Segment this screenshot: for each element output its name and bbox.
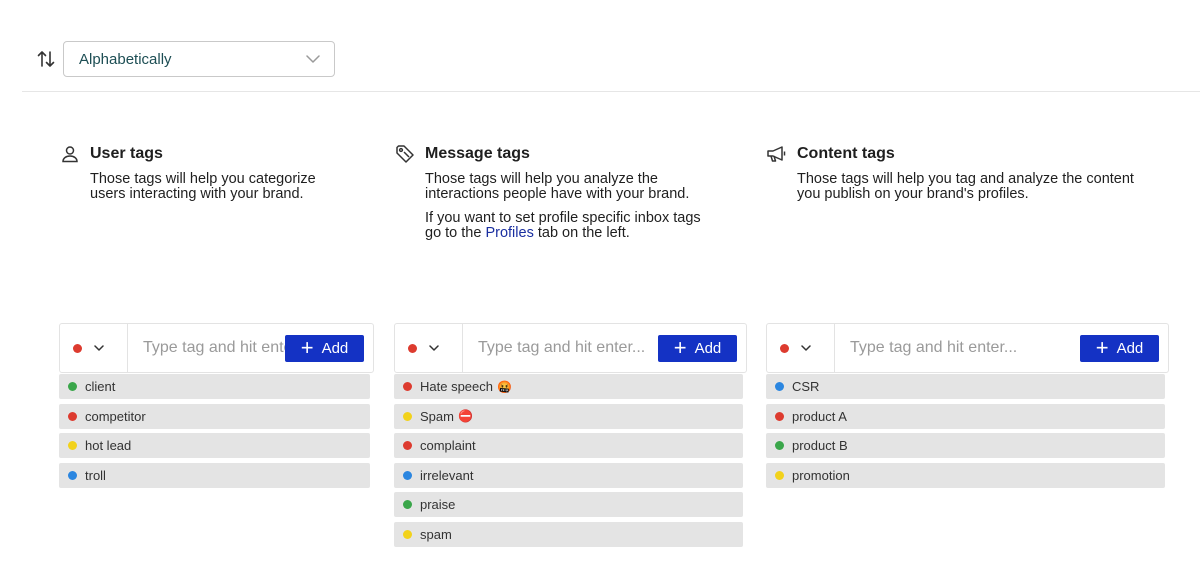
tag-label: hot lead <box>85 438 132 453</box>
tag-item[interactable]: praise <box>394 492 743 517</box>
content-tags-section: Content tags Those tags will help you ta… <box>766 144 1134 202</box>
user-tags-title: User tags <box>90 145 163 162</box>
tag-item[interactable]: Hate speech 🤬 <box>394 374 743 399</box>
message-tag-adder: + Add <box>394 323 747 373</box>
tag-label: product B <box>792 438 848 453</box>
message-tags-section: Message tags Those tags will help you an… <box>394 144 701 241</box>
tag-color-dot <box>775 382 784 391</box>
tag-label: praise <box>420 497 456 512</box>
tag-item[interactable]: CSR <box>766 374 1165 399</box>
content-tag-add-button[interactable]: + Add <box>1080 334 1159 362</box>
tag-item[interactable]: product A <box>766 403 1165 429</box>
plus-icon: + <box>1095 335 1109 360</box>
user-tag-adder: + Add <box>59 323 374 373</box>
content-tags-description: Those tags will help you tag and analyze… <box>797 171 1134 202</box>
message-tags-description: Those tags will help you analyze the int… <box>425 171 690 202</box>
tag-item[interactable]: irrelevant <box>394 462 743 488</box>
tag-label: competitor <box>85 408 146 424</box>
selected-color-dot <box>408 343 417 353</box>
content-tag-adder: + Add <box>766 323 1169 373</box>
add-label: Add <box>1116 339 1144 357</box>
tag-color-dot <box>403 441 412 450</box>
message-tags-title: Message tags <box>425 145 530 162</box>
tag-color-dot <box>68 411 77 421</box>
tag-color-dot <box>68 470 77 480</box>
content-tags-title: Content tags <box>797 145 895 162</box>
tag-color-dot <box>775 470 784 480</box>
tag-color-dot <box>68 382 77 391</box>
chevron-down-icon <box>94 345 104 351</box>
tag-emoji: ⛔ <box>457 409 473 423</box>
tag-label: client <box>85 379 116 394</box>
user-tag-input[interactable] <box>128 324 285 372</box>
tag-item[interactable]: complaint <box>394 433 743 458</box>
tag-label: CSR <box>792 379 820 394</box>
header-divider <box>22 91 1200 92</box>
tag-color-dot <box>775 411 784 421</box>
tag-label: troll <box>85 467 106 483</box>
tag-label: Hate speech <box>420 379 493 394</box>
user-tag-add-button[interactable]: + Add <box>285 334 364 362</box>
user-tag-list: client competitor hot lead troll <box>59 374 370 492</box>
tag-color-dot <box>403 470 412 480</box>
tag-item[interactable]: product B <box>766 433 1165 458</box>
tag-item[interactable]: competitor <box>59 403 370 429</box>
user-tags-section: User tags Those tags will help you categ… <box>59 144 316 202</box>
tag-item[interactable]: troll <box>59 462 370 488</box>
sort-bar: Alphabetically <box>36 41 335 77</box>
tag-color-dot <box>403 529 412 539</box>
selected-color-dot <box>780 343 789 353</box>
selected-color-dot <box>73 343 82 353</box>
content-tag-color-picker[interactable] <box>767 324 835 372</box>
add-label: Add <box>321 339 349 357</box>
message-tag-add-button[interactable]: + Add <box>658 334 737 362</box>
tag-color-dot <box>403 500 412 509</box>
user-icon <box>59 144 81 164</box>
tag-label: irrelevant <box>420 467 474 483</box>
message-tag-color-picker[interactable] <box>395 324 463 372</box>
tag-item[interactable]: spam <box>394 521 743 547</box>
tag-color-dot <box>403 382 412 391</box>
tag-color-dot <box>403 411 412 421</box>
chevron-down-icon <box>429 345 439 351</box>
plus-icon: + <box>673 335 687 360</box>
user-tag-color-picker[interactable] <box>60 324 128 372</box>
profiles-link[interactable]: Profiles <box>485 225 533 241</box>
tag-item[interactable]: promotion <box>766 462 1165 488</box>
tag-label: promotion <box>792 467 850 483</box>
plus-icon: + <box>300 335 314 360</box>
content-tag-list: CSR product A product B promotion <box>766 374 1165 492</box>
chevron-down-icon <box>306 55 320 63</box>
tag-icon <box>394 144 416 164</box>
tag-item[interactable]: client <box>59 374 370 399</box>
tag-emoji: 🤬 <box>497 379 512 394</box>
user-tags-description: Those tags will help you categorize user… <box>90 171 316 202</box>
chevron-down-icon <box>801 345 811 351</box>
sort-order-select[interactable]: Alphabetically <box>63 41 335 77</box>
tag-item[interactable]: hot lead <box>59 433 370 458</box>
sort-arrows-icon[interactable] <box>36 49 56 69</box>
tag-label: complaint <box>420 438 476 453</box>
sort-order-value: Alphabetically <box>79 50 172 68</box>
tag-label: Spam <box>420 408 454 424</box>
tag-color-dot <box>68 441 77 450</box>
megaphone-icon <box>766 144 788 164</box>
message-tags-note: If you want to set profile specific inbo… <box>425 211 701 241</box>
tag-item[interactable]: Spam ⛔ <box>394 403 743 429</box>
tag-color-dot <box>775 441 784 450</box>
tag-label: spam <box>420 526 452 542</box>
message-tag-list: Hate speech 🤬 Spam ⛔ complaint irrelevant prai… <box>394 374 743 551</box>
add-label: Add <box>694 339 722 357</box>
content-tag-input[interactable] <box>835 324 1080 372</box>
message-tag-input[interactable] <box>463 324 658 372</box>
tag-label: product A <box>792 408 847 424</box>
message-tags-note-after: tab on the left. <box>533 225 630 241</box>
